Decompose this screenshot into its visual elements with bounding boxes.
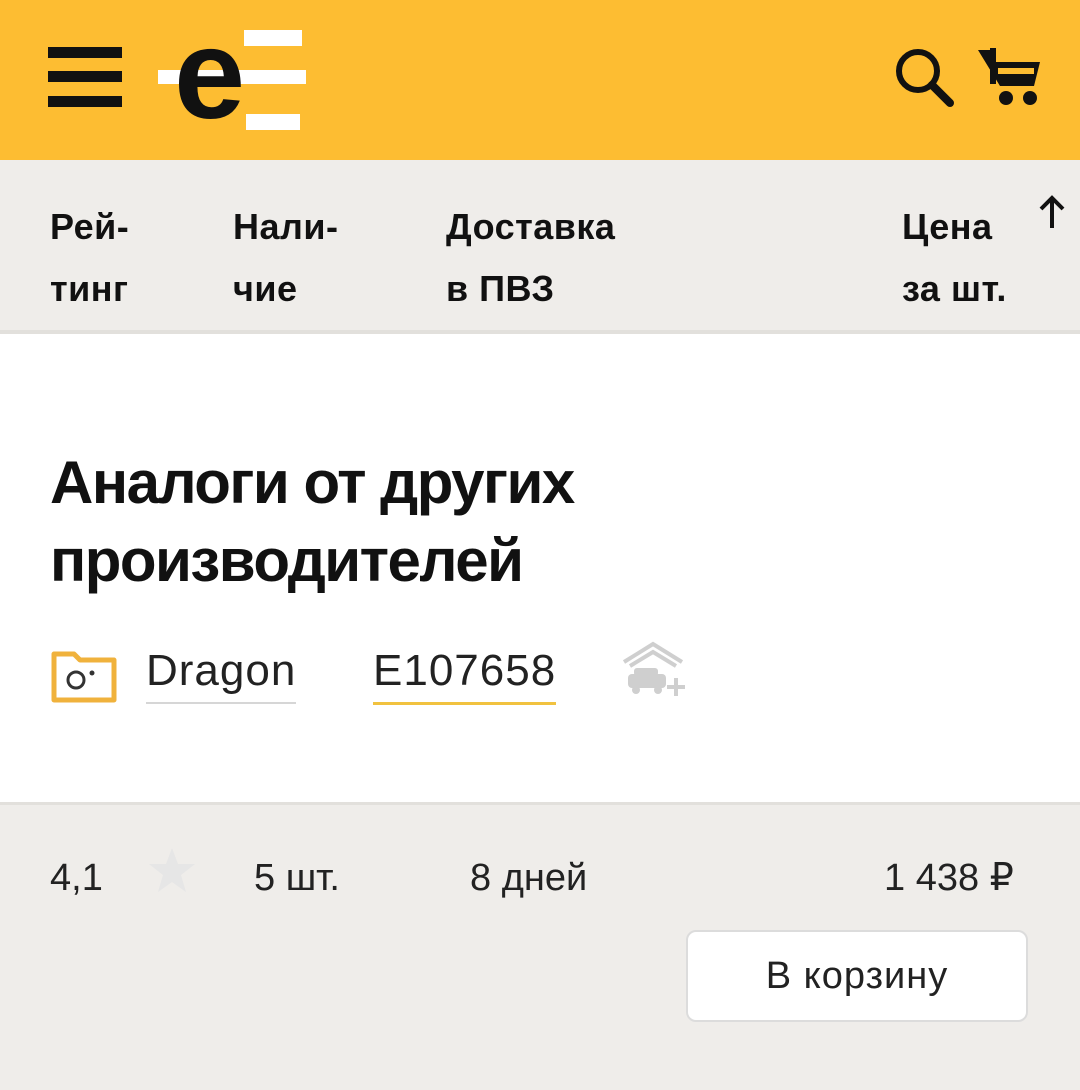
folder-camera-icon[interactable] (50, 646, 118, 704)
add-to-cart-button[interactable]: В корзину (686, 930, 1028, 1022)
add-to-garage-icon[interactable] (620, 636, 686, 700)
brand-link[interactable]: Dragon (146, 640, 297, 704)
sort-rating[interactable]: Рей- тинг (50, 196, 129, 320)
sort-delivery[interactable]: Доставка в ПВЗ (446, 196, 615, 320)
part-number-link[interactable]: E107658 (373, 640, 557, 705)
offer-stock: 5 шт. (254, 857, 340, 899)
offer-rating: 4,1 (50, 857, 103, 899)
sort-bar: Рей- тинг Нали- чие Доставка в ПВЗ Цена … (0, 160, 1080, 334)
top-bar: e (0, 0, 1080, 160)
analogs-section: Аналоги от других производителей Dragon … (0, 334, 1080, 802)
hamburger-menu-icon[interactable] (48, 47, 122, 107)
section-title: Аналоги от других производителей (50, 449, 575, 594)
search-icon[interactable] (893, 46, 955, 108)
arrow-up-icon[interactable] (1038, 194, 1066, 230)
star-icon (149, 848, 195, 892)
offer-row: 4,1 5 шт. 8 дней 1 438 ₽ В корзину (0, 802, 1080, 1090)
sort-price[interactable]: Цена за шт. (902, 196, 1007, 320)
logo[interactable]: e (152, 22, 308, 136)
product-meta-row: Dragon E107658 (50, 640, 750, 710)
svg-text:e: e (174, 22, 245, 136)
offer-price: 1 438 ₽ (884, 857, 1014, 899)
offer-delivery: 8 дней (470, 857, 588, 899)
cart-icon[interactable] (976, 44, 1042, 108)
sort-availability[interactable]: Нали- чие (233, 196, 339, 320)
